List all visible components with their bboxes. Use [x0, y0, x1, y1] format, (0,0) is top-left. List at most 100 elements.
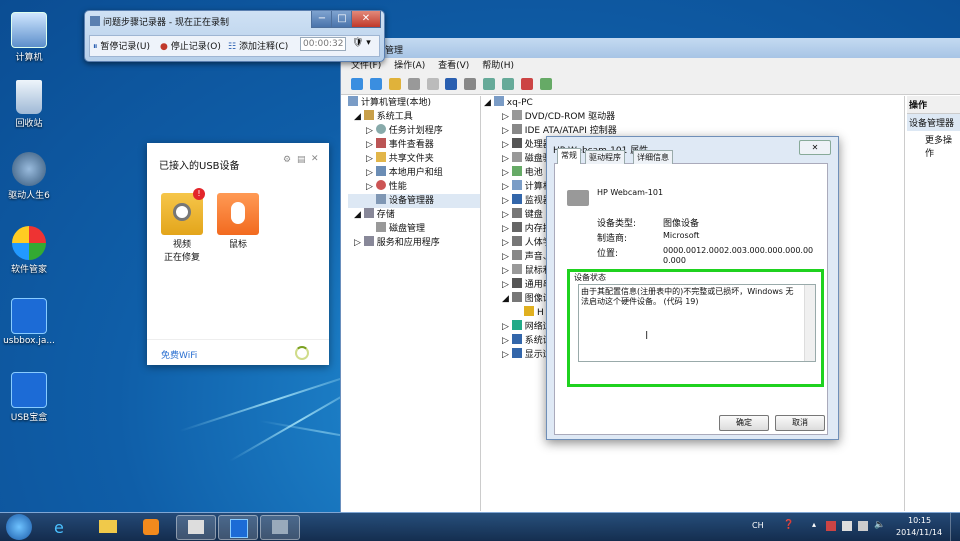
clock-time[interactable]: 10:15	[908, 516, 931, 525]
desktop-icon-computer[interactable]: 计算机	[0, 12, 58, 63]
system-device-icon	[511, 334, 522, 344]
free-wifi-link[interactable]: 免费WiFi	[161, 348, 197, 361]
steps-recorder-window: 问题步骤记录器 - 现在正在录制 − □ ✕ ⏸ 暂停记录(U) ● 停止记录(…	[84, 10, 385, 62]
device-status-text[interactable]: 由于其配置信息(注册表中的)不完整或已损坏，Windows 无法启动这个硬件设备…	[578, 284, 816, 362]
taskbar-ie[interactable]: e	[44, 515, 82, 538]
mouse-icon	[511, 264, 522, 274]
menu-file[interactable]: 文件(F)	[351, 61, 381, 71]
taskbar-media[interactable]	[132, 515, 170, 538]
update-driver-icon[interactable]	[502, 78, 514, 90]
tab-general[interactable]: 常规	[557, 148, 581, 164]
actions-device-manager[interactable]: 设备管理器	[907, 114, 960, 131]
tree-item-services[interactable]: ▷ 服务和应用程序	[348, 236, 480, 250]
tree-item-task-scheduler[interactable]: ▷ 任务计划程序	[348, 124, 480, 138]
menu-help[interactable]: 帮助(H)	[482, 61, 514, 71]
desktop-icon-software[interactable]: 软件管家	[0, 226, 58, 275]
desktop-icon-label: 软件管家	[10, 265, 47, 275]
forward-icon[interactable]	[369, 78, 382, 90]
scrollbar[interactable]	[804, 285, 815, 361]
tray-icon-2[interactable]	[842, 521, 852, 531]
tree-item-device-manager[interactable]: 设备管理器	[348, 194, 480, 208]
users-icon	[375, 166, 386, 176]
minimize-button[interactable]: −	[311, 11, 333, 28]
device-node-root[interactable]: ◢ xq-PC	[484, 96, 904, 110]
usb-device-webcam[interactable]: !	[161, 188, 205, 235]
performance-icon	[375, 180, 386, 190]
pause-record-button[interactable]: ⏸ 暂停记录(U)	[93, 39, 150, 52]
clock-date[interactable]: 2014/11/14	[896, 528, 942, 537]
maximize-button[interactable]: □	[331, 11, 353, 28]
tree-item-shared-folders[interactable]: ▷ 共享文件夹	[348, 152, 480, 166]
imaging-device-icon	[511, 292, 522, 302]
tree-item-local-users[interactable]: ▷ 本地用户和组	[348, 166, 480, 180]
help-dropdown[interactable]: 🛡 ▾	[352, 38, 371, 48]
clock-icon	[375, 124, 386, 134]
ok-button[interactable]: 确定	[719, 415, 769, 431]
software-manager-icon	[12, 226, 46, 260]
manufacturer-label: 制造商:	[597, 234, 628, 244]
language-indicator[interactable]: CH	[752, 521, 764, 530]
scan-icon[interactable]	[483, 78, 496, 90]
tree-item-system-tools[interactable]: ◢ 系统工具	[348, 110, 480, 124]
start-button[interactable]	[6, 514, 32, 540]
computer-icon	[493, 96, 504, 106]
tray-icon-1[interactable]	[826, 521, 836, 531]
usb-device-mouse[interactable]	[217, 193, 259, 235]
enable-icon[interactable]	[539, 78, 552, 90]
properties-icon[interactable]	[426, 78, 439, 90]
dialog-close-button[interactable]: ✕	[799, 140, 831, 155]
tab-details[interactable]: 详细信息	[633, 150, 673, 164]
desktop-icon-usbbox[interactable]: usbbox.ja...	[0, 298, 58, 346]
uninstall-icon[interactable]	[520, 78, 533, 90]
show-desktop-button[interactable]	[950, 513, 960, 541]
monitor-icon	[511, 194, 522, 204]
desktop-icon-recycle-bin[interactable]: 回收站	[0, 80, 58, 129]
taskbar-usb[interactable]	[218, 515, 258, 540]
tree-label: 设备管理器	[389, 196, 435, 206]
tab-driver[interactable]: 驱动程序	[585, 150, 625, 164]
tree-item-storage[interactable]: ◢ 存储	[348, 208, 480, 222]
cancel-button[interactable]: 取消	[775, 415, 825, 431]
show-hidden-icons[interactable]: ▴	[812, 520, 816, 529]
close-button[interactable]: ✕	[351, 11, 381, 28]
taskbar-explorer[interactable]	[88, 515, 126, 538]
tools-icon	[363, 110, 374, 120]
desktop-icon-label: 回收站	[15, 119, 43, 129]
cm-menubar: 文件(F) 操作(A) 查看(V) 帮助(H)	[341, 58, 960, 75]
help-icon[interactable]	[445, 78, 458, 90]
tree-item-performance[interactable]: ▷ 性能	[348, 180, 480, 194]
usb-panel-title: 已接入的USB设备	[159, 161, 240, 172]
stop-record-button[interactable]: ● 停止记录(O)	[160, 39, 221, 52]
back-icon[interactable]	[351, 78, 363, 90]
tree-item-root[interactable]: 计算机管理(本地)	[348, 96, 480, 110]
device-node[interactable]: ▷ DVD/CD-ROM 驱动器	[484, 110, 904, 124]
help-tray-icon[interactable]: ❓	[783, 520, 794, 530]
device-status-message: 由于其配置信息(注册表中的)不完整或已损坏，Windows 无法启动这个硬件设备…	[581, 287, 794, 306]
volume-tray-icon[interactable]: 🔈	[874, 520, 885, 530]
add-comment-button[interactable]: ☷ 添加注释(C)	[228, 39, 288, 52]
desktop-icon-usb-box[interactable]: USB宝盒	[0, 372, 58, 423]
close-icon[interactable]: ✕	[311, 154, 319, 164]
desktop-icon-driver[interactable]: 驱动人生6	[0, 152, 58, 201]
up-icon[interactable]	[388, 78, 401, 90]
location-value: 0000.0012.0002.003.000.000.000.000.000	[663, 246, 814, 265]
comment-label: 添加注释(C)	[238, 42, 289, 52]
webcam-device-icon	[567, 190, 589, 206]
view-icon[interactable]	[464, 78, 477, 90]
device-label: H	[537, 308, 544, 318]
feedback-icon[interactable]: ▤	[297, 155, 306, 165]
taskbar-recorder[interactable]	[176, 515, 216, 540]
show-hide-tree-icon[interactable]	[407, 78, 420, 90]
settings-icon[interactable]: ⚙	[283, 155, 291, 165]
tree-item-event-viewer[interactable]: ▷ 事件查看器	[348, 138, 480, 152]
tree-label: 计算机管理(本地)	[361, 98, 432, 108]
network-tray-icon[interactable]	[858, 521, 868, 531]
device-label: 键盘	[524, 210, 543, 220]
taskbar-computer-management[interactable]	[260, 515, 300, 540]
computer-management-icon	[272, 520, 288, 534]
menu-action[interactable]: 操作(A)	[394, 61, 425, 71]
menu-view[interactable]: 查看(V)	[438, 61, 469, 71]
actions-more[interactable]: 更多操作	[907, 131, 960, 161]
event-viewer-icon	[375, 138, 386, 148]
tree-item-disk-management[interactable]: 磁盘管理	[348, 222, 480, 236]
